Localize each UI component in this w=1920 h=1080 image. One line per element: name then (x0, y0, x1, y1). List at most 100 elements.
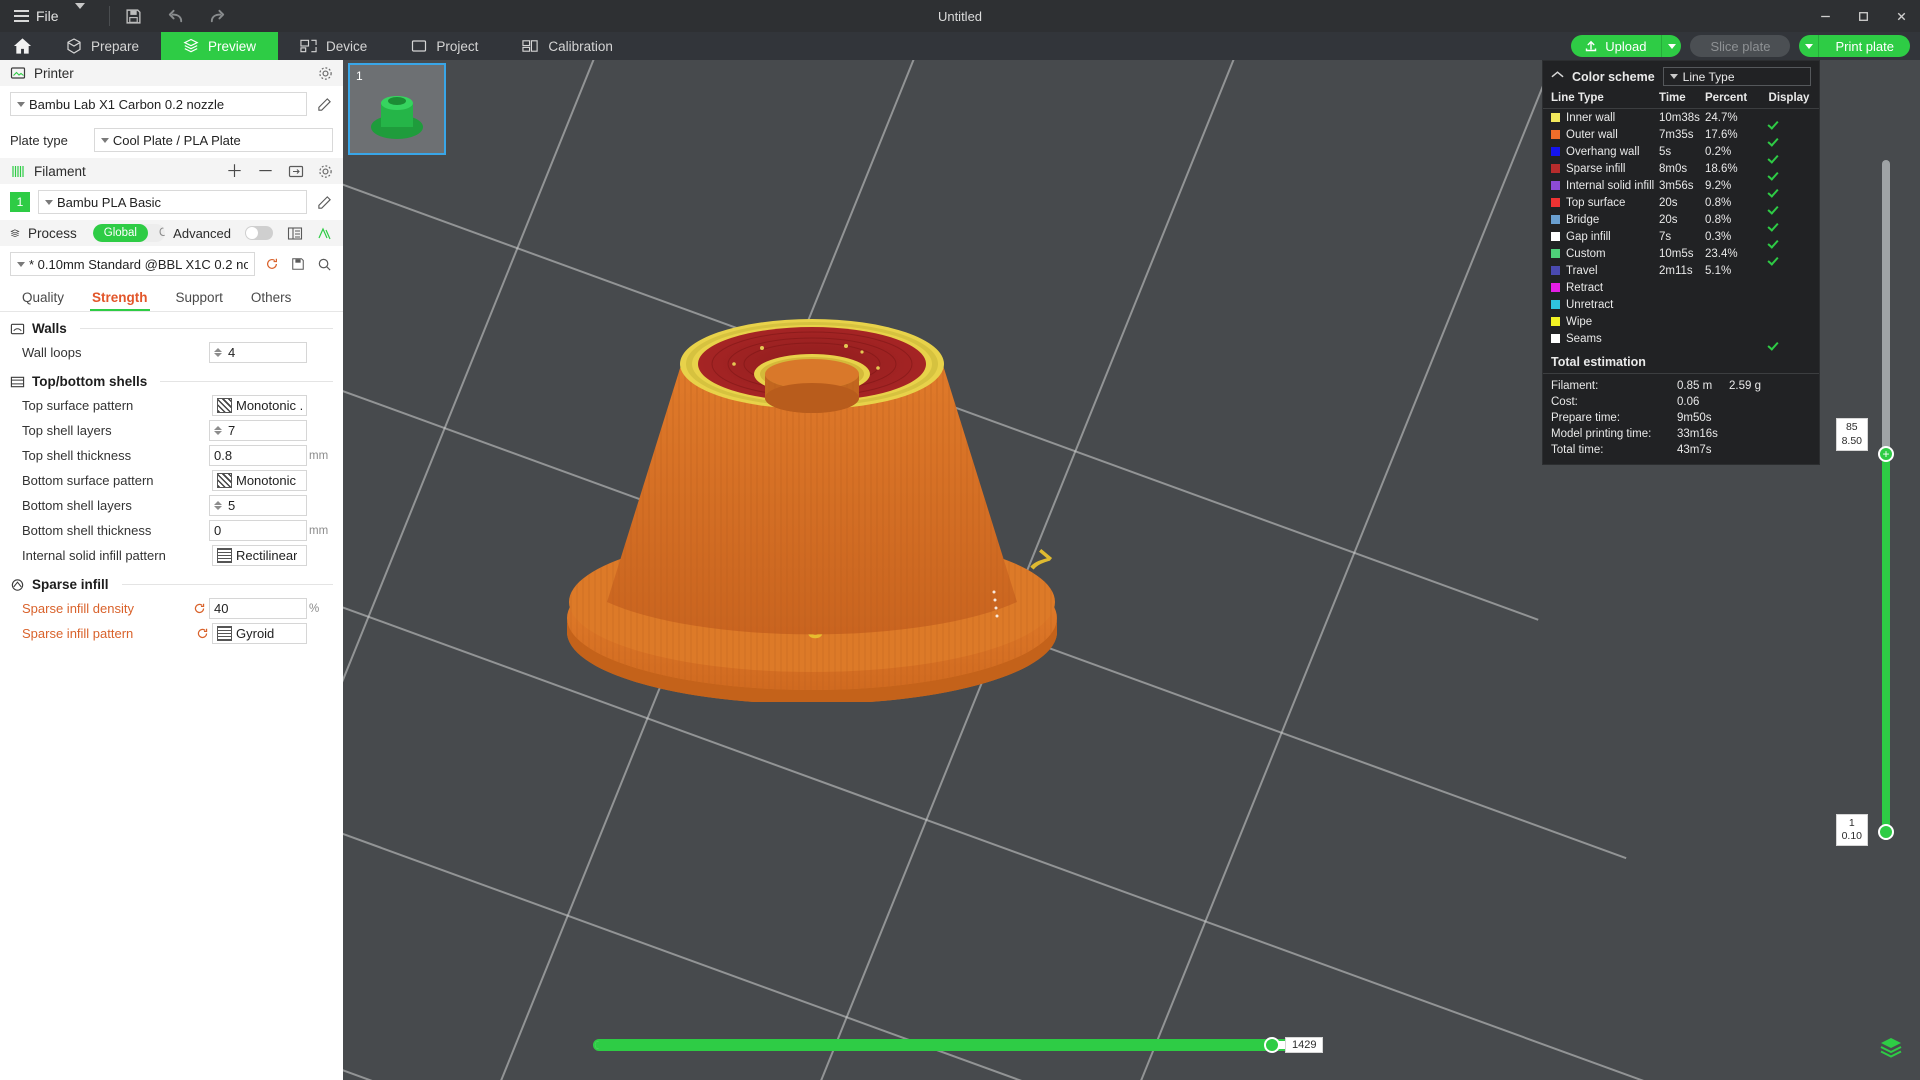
bottom-shell-layers-input[interactable]: 5 (209, 495, 307, 516)
close-button[interactable] (1882, 0, 1920, 32)
reset-icon[interactable] (194, 626, 210, 642)
legend-row[interactable]: Gap infill7s0.3% (1543, 228, 1819, 245)
scope-global-option[interactable]: Global (93, 224, 148, 242)
top-shell-thickness-input[interactable]: 0.8 (209, 445, 307, 466)
legend-percent: 5.1% (1705, 265, 1767, 277)
tab-calibration[interactable]: Calibration (500, 32, 635, 60)
legend-row[interactable]: Seams (1543, 330, 1819, 347)
tab-project[interactable]: Project (389, 32, 500, 60)
top-surface-pattern-select[interactable]: Monotonic ... (212, 395, 307, 416)
spinner-icon[interactable] (214, 426, 222, 435)
slice-plate-button[interactable]: Slice plate (1690, 35, 1790, 57)
3d-viewport[interactable]: 1 (343, 60, 1920, 1080)
home-button[interactable] (0, 32, 44, 60)
color-scheme-legend: Color scheme Line Type Line Type Time Pe… (1542, 60, 1820, 465)
minimize-button[interactable] (1806, 0, 1844, 32)
top-shell-layers-input[interactable]: 7 (209, 420, 307, 441)
estimation-label: Model printing time: (1551, 428, 1677, 440)
layer-slider-upper-handle[interactable]: + (1878, 446, 1894, 462)
process-icon (10, 226, 20, 241)
add-filament-button[interactable]: ＋ (226, 163, 243, 180)
upload-dropdown-button[interactable] (1661, 35, 1681, 57)
scope-objects-option[interactable]: Objects (148, 224, 165, 242)
process-preset-select[interactable]: * 0.10mm Standard @BBL X1C 0.2 nozzle (10, 252, 255, 276)
legend-row[interactable]: Wipe (1543, 313, 1819, 330)
bottom-surface-pattern-select[interactable]: Monotonic (212, 470, 307, 491)
option-top-shell-layers: Top shell layers 7 (0, 418, 343, 443)
remove-filament-button[interactable]: － (257, 163, 274, 180)
estimation-row: Cost:0.06 (1551, 394, 1811, 410)
spinner-icon[interactable] (214, 348, 222, 357)
bottom-shell-thickness-input[interactable]: 0 (209, 520, 307, 541)
legend-row[interactable]: Sparse infill8m0s18.6% (1543, 160, 1819, 177)
filament-edit-icon[interactable] (315, 193, 333, 211)
plate-thumbnail[interactable]: 1 (348, 63, 446, 155)
tab-others[interactable]: Others (237, 290, 306, 311)
tab-preview[interactable]: Preview (161, 32, 278, 60)
redo-icon[interactable] (208, 6, 228, 26)
process-scope-toggle[interactable]: Global Objects (93, 224, 165, 242)
move-slider-handle[interactable] (1264, 1037, 1280, 1053)
legend-color-chip (1551, 266, 1560, 275)
move-slider[interactable]: 1429 (593, 1034, 1303, 1056)
gear-icon[interactable] (318, 66, 333, 81)
legend-row[interactable]: Internal solid infill3m56s9.2% (1543, 177, 1819, 194)
sliced-model[interactable]: 4 5 6 7 (562, 302, 1062, 702)
estimation-label: Cost: (1551, 396, 1677, 408)
filament-sync-icon[interactable] (288, 164, 304, 179)
filament-index-badge[interactable]: 1 (10, 192, 30, 212)
sparse-infill-pattern-select[interactable]: Gyroid (212, 623, 307, 644)
legend-row[interactable]: Bridge20s0.8% (1543, 211, 1819, 228)
legend-row[interactable]: Inner wall10m38s24.7% (1543, 109, 1819, 126)
tab-support[interactable]: Support (162, 290, 237, 311)
tab-prepare[interactable]: Prepare (44, 32, 161, 60)
tab-device[interactable]: Device (278, 32, 389, 60)
printer-model-select[interactable]: Bambu Lab X1 Carbon 0.2 nozzle (10, 92, 307, 116)
compare-icon[interactable] (317, 226, 333, 241)
search-icon[interactable] (315, 255, 333, 273)
gear-icon[interactable] (318, 164, 333, 179)
reset-icon[interactable] (191, 601, 207, 617)
layer-slider-lower-handle[interactable] (1878, 824, 1894, 840)
tab-strength[interactable]: Strength (78, 290, 162, 311)
chevron-down-icon (75, 3, 85, 24)
legend-row[interactable]: Travel2m11s5.1% (1543, 262, 1819, 279)
maximize-button[interactable] (1844, 0, 1882, 32)
legend-row[interactable]: Retract (1543, 279, 1819, 296)
layer-slider[interactable]: 85 8.50 + 1 0.10 (1874, 160, 1898, 840)
legend-row[interactable]: Top surface20s0.8% (1543, 194, 1819, 211)
legend-row[interactable]: Overhang wall5s0.2% (1543, 143, 1819, 160)
upload-button[interactable]: Upload (1571, 35, 1661, 57)
printer-section-title: Printer (34, 66, 74, 81)
save-preset-icon[interactable] (289, 255, 307, 273)
chevron-down-icon (101, 138, 109, 143)
tab-quality[interactable]: Quality (8, 290, 78, 311)
plate-type-select[interactable]: Cool Plate / PLA Plate (94, 128, 333, 152)
layers-view-button[interactable] (1876, 1032, 1906, 1062)
printer-edit-icon[interactable] (315, 95, 333, 113)
window-title: Untitled (0, 9, 1920, 24)
legend-color-chip (1551, 334, 1560, 343)
reset-preset-icon[interactable] (263, 255, 281, 273)
spinner-icon[interactable] (214, 501, 222, 510)
filament-select[interactable]: Bambu PLA Basic (38, 190, 307, 214)
advanced-toggle[interactable] (245, 226, 273, 240)
legend-row[interactable]: Custom10m5s23.4% (1543, 245, 1819, 262)
color-scheme-select[interactable]: Line Type (1663, 67, 1811, 86)
file-menu-button[interactable]: File (0, 0, 69, 32)
list-view-icon[interactable] (287, 226, 303, 241)
legend-row[interactable]: Outer wall7m35s17.6% (1543, 126, 1819, 143)
internal-solid-infill-pattern-select[interactable]: Rectilinear (212, 545, 307, 566)
collapse-icon[interactable] (1551, 70, 1564, 83)
sparse-infill-density-input[interactable]: 40 (209, 598, 307, 619)
print-dropdown-button[interactable] (1799, 35, 1819, 57)
legend-percent: 0.8% (1705, 214, 1767, 226)
undo-icon[interactable] (166, 6, 186, 26)
menu-dropdown-button[interactable] (69, 9, 99, 24)
print-plate-button[interactable]: Print plate (1819, 35, 1910, 57)
legend-row[interactable]: Unretract (1543, 296, 1819, 313)
wall-loops-input[interactable]: 4 (209, 342, 307, 363)
save-icon[interactable] (124, 6, 144, 26)
option-value: Rectilinear (236, 548, 297, 563)
filament-row: 1 Bambu PLA Basic (0, 184, 343, 220)
